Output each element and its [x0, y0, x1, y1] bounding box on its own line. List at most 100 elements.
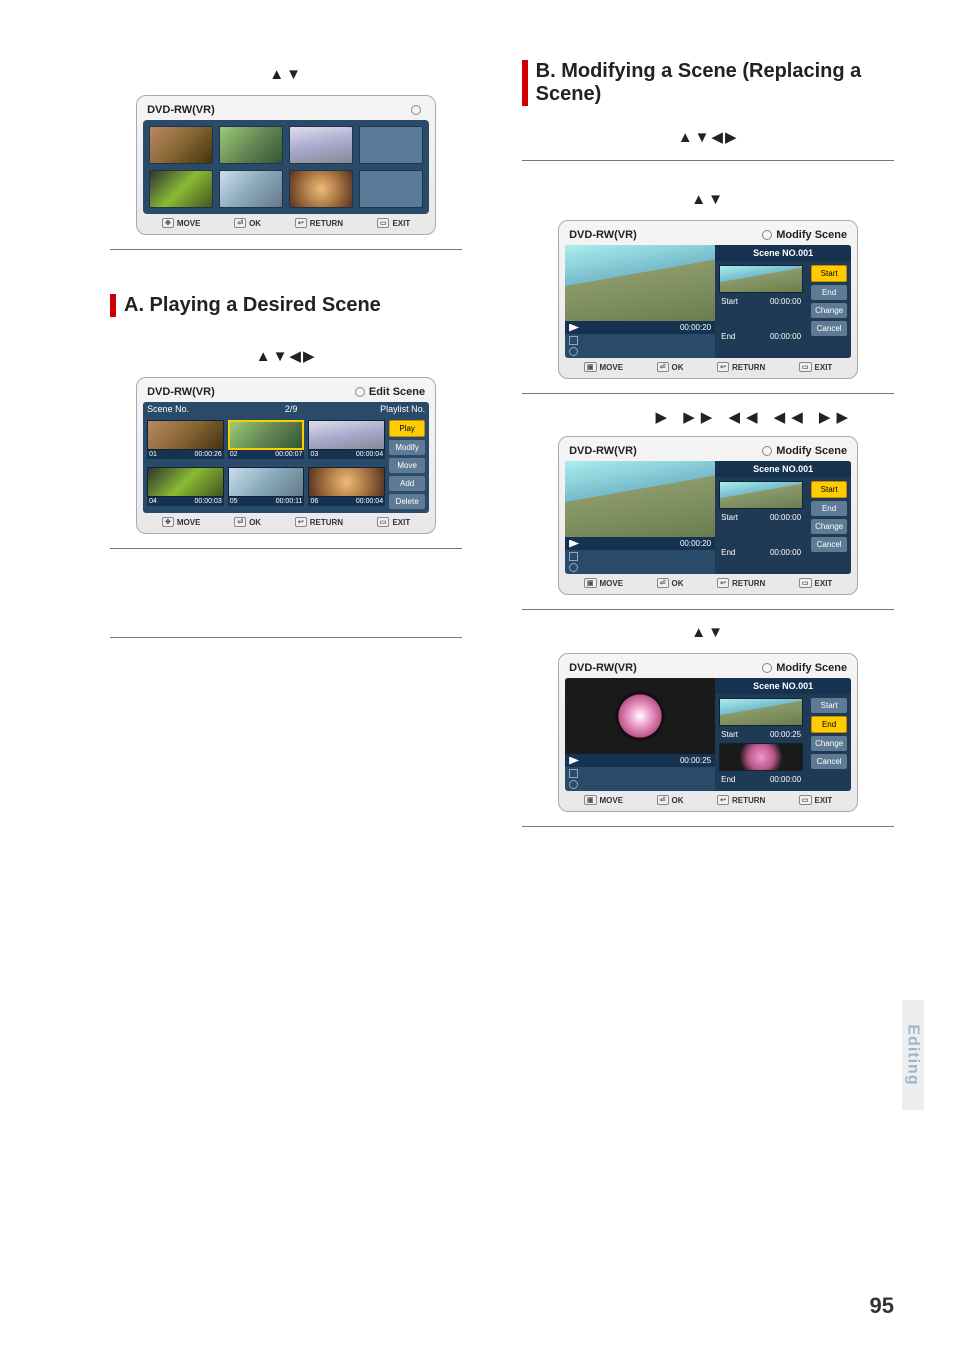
start-time: 00:00:25	[770, 730, 801, 739]
end-label: End	[721, 775, 735, 784]
disc-icon	[762, 663, 772, 673]
playlist-thumb[interactable]	[289, 126, 353, 164]
scene-number: Scene NO.001	[715, 245, 851, 261]
scene-cell-selected[interactable]: 0200:00:07	[228, 420, 305, 463]
change-button[interactable]: Change	[811, 303, 847, 318]
end-time: 00:00:00	[770, 332, 801, 341]
footer-return: RETURN	[310, 219, 343, 228]
footer-move: MOVE	[177, 219, 201, 228]
start-button[interactable]: Start	[811, 698, 847, 713]
preview-window	[565, 678, 715, 754]
scene-grid: 0100:00:26 0200:00:07 0300:00:04 0400:00…	[147, 420, 385, 509]
start-time: 00:00:00	[770, 513, 801, 522]
clock-icon	[569, 347, 578, 356]
osd-edit-scene: DVD-RW(VR) Edit Scene Scene No. 2/9 Play…	[136, 377, 436, 534]
footer-exit: EXIT	[815, 796, 833, 805]
stop-icon	[569, 769, 578, 778]
end-button[interactable]: End	[811, 285, 847, 300]
end-time: 00:00:00	[770, 548, 801, 557]
scene-cell[interactable]: 0300:00:04	[308, 420, 385, 463]
start-thumb	[719, 698, 803, 726]
start-button[interactable]: Start	[811, 481, 847, 498]
disc-icon	[762, 230, 772, 240]
page-number: 95	[870, 1293, 894, 1319]
footer-move: MOVE	[600, 363, 624, 372]
scene-cell[interactable]: 0500:00:11	[228, 467, 305, 510]
playlist-thumb[interactable]	[149, 170, 213, 208]
delete-button[interactable]: Delete	[389, 494, 425, 509]
cancel-button[interactable]: Cancel	[811, 537, 847, 552]
osd-modify-scene-2: DVD-RW(VR) Modify Scene 00:00:20 Sc	[558, 436, 858, 595]
osd-title: Edit Scene	[369, 386, 425, 398]
end-button[interactable]: End	[811, 716, 847, 733]
modify-button[interactable]: Modify	[389, 440, 425, 455]
playlist-thumb-empty	[359, 170, 423, 208]
play-icon	[569, 540, 579, 548]
footer-ok: OK	[672, 363, 684, 372]
stop-icon	[569, 552, 578, 561]
playlist-thumb[interactable]	[219, 126, 283, 164]
playlist-thumb-empty	[359, 126, 423, 164]
header-playlist-no: Playlist No.	[355, 404, 425, 414]
end-thumb	[719, 743, 803, 771]
osd-modify-scene-1: DVD-RW(VR) Modify Scene 00:00:20 Sc	[558, 220, 858, 379]
play-time: 00:00:20	[583, 323, 711, 332]
osd-title: Modify Scene	[776, 445, 847, 457]
play-time: 00:00:20	[583, 539, 711, 548]
osd-title: Modify Scene	[776, 229, 847, 241]
move-button[interactable]: Move	[389, 458, 425, 473]
start-label: Start	[721, 297, 738, 306]
playlist-thumb[interactable]	[149, 126, 213, 164]
exit-key-icon: ▭	[377, 218, 390, 228]
osd-title: Modify Scene	[776, 662, 847, 674]
preview-window	[565, 461, 715, 537]
start-label: Start	[721, 730, 738, 739]
playlist-thumb[interactable]	[219, 170, 283, 208]
change-button[interactable]: Change	[811, 736, 847, 751]
footer-move: MOVE	[600, 796, 624, 805]
footer-return: RETURN	[732, 579, 765, 588]
stop-icon	[569, 336, 578, 345]
play-time: 00:00:25	[583, 756, 711, 765]
start-thumb	[719, 265, 803, 293]
scene-cell[interactable]: 0600:00:04	[308, 467, 385, 510]
arrows-b3: ▲▼	[522, 624, 894, 641]
header-scene-no: Scene No.	[147, 404, 227, 414]
start-label: Start	[721, 513, 738, 522]
move-key-icon: ✥	[162, 218, 174, 228]
arrows-b1: ▲▼◀▶	[522, 128, 894, 146]
footer-exit: EXIT	[392, 518, 410, 527]
scene-number: Scene NO.001	[715, 461, 851, 477]
disc-icon	[411, 105, 421, 115]
disc-label: DVD-RW(VR)	[569, 445, 637, 457]
end-button[interactable]: End	[811, 501, 847, 516]
osd-modify-scene-3: DVD-RW(VR) Modify Scene 00:00:25 Sc	[558, 653, 858, 812]
cancel-button[interactable]: Cancel	[811, 321, 847, 336]
ok-key-icon: ⏎	[234, 218, 246, 228]
footer-return: RETURN	[310, 518, 343, 527]
change-button[interactable]: Change	[811, 519, 847, 534]
scene-number: Scene NO.001	[715, 678, 851, 694]
footer-exit: EXIT	[815, 363, 833, 372]
playback-icons: ▶ ▶▶ ◀◀ ◀◀ ▶▶	[522, 408, 854, 426]
start-thumb	[719, 481, 803, 509]
side-tab-editing: Editing	[902, 1000, 924, 1110]
footer-ok: OK	[249, 219, 261, 228]
start-button[interactable]: Start	[811, 265, 847, 282]
playlist-thumb[interactable]	[289, 170, 353, 208]
disc-label: DVD-RW(VR)	[569, 662, 637, 674]
scene-cell[interactable]: 0100:00:26	[147, 420, 224, 463]
footer-move: MOVE	[177, 518, 201, 527]
clock-icon	[569, 563, 578, 572]
disc-icon	[762, 446, 772, 456]
scene-cell[interactable]: 0400:00:03	[147, 467, 224, 510]
return-key-icon: ↩	[295, 218, 307, 228]
add-button[interactable]: Add	[389, 476, 425, 491]
arrows-b2: ▲▼	[522, 191, 894, 208]
play-icon	[569, 757, 579, 765]
footer-return: RETURN	[732, 363, 765, 372]
play-button[interactable]: Play	[389, 420, 425, 437]
cancel-button[interactable]: Cancel	[811, 754, 847, 769]
start-time: 00:00:00	[770, 297, 801, 306]
footer-exit: EXIT	[392, 219, 410, 228]
